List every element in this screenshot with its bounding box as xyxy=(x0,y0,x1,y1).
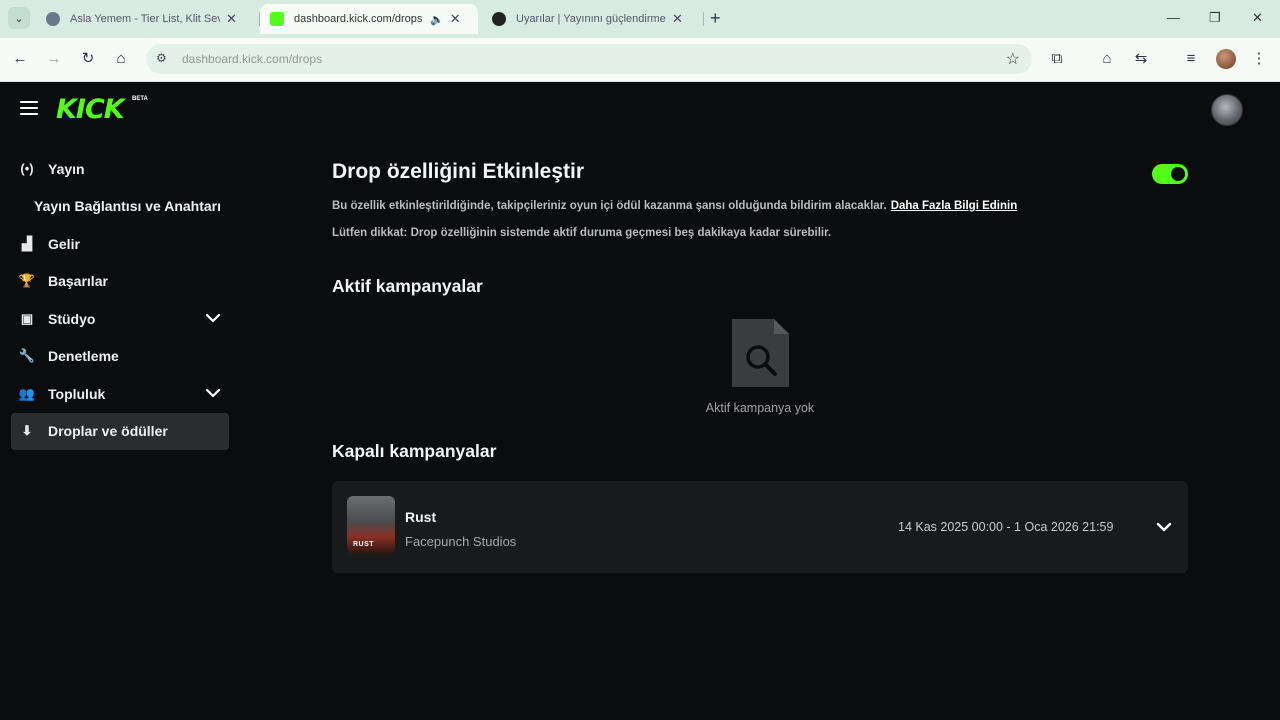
campaign-name: Rust xyxy=(405,509,437,525)
sidebar-item-label: Topluluk xyxy=(48,385,106,402)
new-tab-button[interactable]: + xyxy=(710,9,721,27)
sidebar-item-topluluk[interactable]: 👥 Topluluk xyxy=(0,375,240,413)
extensions-icon[interactable]: ⧉ xyxy=(1047,50,1067,68)
empty-search-document-icon xyxy=(732,319,789,387)
sidebar-item-basarilar[interactable]: 🏆 Başarılar xyxy=(0,263,240,301)
broadcast-icon: (•) xyxy=(20,161,34,177)
forward-icon[interactable]: → xyxy=(44,50,64,68)
closed-campaigns-heading: Kapalı kampanyalar xyxy=(332,441,497,461)
empty-state-text: Aktif kampanya yok xyxy=(705,401,815,415)
extension-lock-icon[interactable]: ⌂ xyxy=(1097,50,1117,68)
tab-search-button[interactable]: ⌄ xyxy=(8,7,30,29)
wrench-icon: 🔧 xyxy=(18,348,36,364)
drops-icon: ⬇ xyxy=(21,423,33,439)
chevron-down-icon[interactable] xyxy=(203,385,223,401)
sidebar-item-stream-key[interactable]: Yayın Bağlantısı ve Anahtarı xyxy=(0,188,240,226)
bookmark-star-icon[interactable]: ☆ xyxy=(1006,49,1020,69)
close-tab-icon[interactable]: ✕ xyxy=(226,11,237,27)
campaign-dates: 14 Kas 2025 00:00 - 1 Oca 2026 21:59 xyxy=(898,520,1114,534)
kick-logo[interactable]: KICK xyxy=(56,94,125,125)
sidebar-item-label: Denetleme xyxy=(48,348,119,365)
toggle-knob xyxy=(1171,167,1185,181)
user-avatar[interactable] xyxy=(1211,94,1243,126)
translate-icon[interactable]: ⇆ xyxy=(1131,50,1151,68)
site-settings-icon[interactable]: ⚙ xyxy=(156,51,167,65)
sidebar-item-label: Droplar ve ödüller xyxy=(48,423,168,440)
kick-favicon-icon xyxy=(270,12,284,26)
minimize-button[interactable]: — xyxy=(1167,10,1180,25)
trophy-icon: 🏆 xyxy=(18,273,36,289)
tab-title: Uyarılar | Yayınını güçlendirme... xyxy=(516,13,666,25)
app-header: KICK BETA xyxy=(0,82,1280,138)
drops-description: Bu özellik etkinleştirildiğinde, takipçi… xyxy=(332,200,1017,212)
speaker-icon[interactable]: 🔈 xyxy=(430,13,444,26)
revenue-chart-icon: ▟ xyxy=(22,235,32,251)
profile-avatar[interactable] xyxy=(1216,49,1236,69)
sidebar-item-yayin[interactable]: (•) Yayın xyxy=(0,150,240,188)
restore-button[interactable]: ❐ xyxy=(1209,10,1221,26)
browser-tab-bar: ⌄ Asla Yemem - Tier List, Klit Sev... ✕ … xyxy=(0,0,1280,38)
close-tab-icon[interactable]: ✕ xyxy=(672,11,683,27)
community-icon: 👥 xyxy=(18,385,36,401)
campaign-card[interactable]: RUST Rust Facepunch Studios 14 Kas 2025 … xyxy=(332,481,1188,573)
reload-icon[interactable]: ↻ xyxy=(78,50,98,68)
sidebar-item-label: Başarılar xyxy=(48,273,108,290)
expand-chevron-icon[interactable] xyxy=(1154,519,1174,535)
back-icon[interactable]: ← xyxy=(10,50,30,68)
sidebar-item-label: Stüdyo xyxy=(48,310,96,327)
active-campaigns-heading: Aktif kampanyalar xyxy=(332,276,483,296)
page-title: Drop özelliğini Etkinleştir xyxy=(332,160,585,183)
learn-more-link[interactable]: Daha Fazla Bilgi Edinin xyxy=(891,200,1018,212)
globe-icon xyxy=(46,12,60,26)
home-icon[interactable]: ⌂ xyxy=(111,50,131,68)
drops-enable-toggle[interactable] xyxy=(1152,164,1188,184)
close-window-button[interactable]: ✕ xyxy=(1252,10,1263,26)
sidebar-item-label: Yayın Bağlantısı ve Anahtarı xyxy=(34,198,221,215)
studio-icon: ▣ xyxy=(20,310,34,326)
campaign-thumbnail: RUST xyxy=(347,496,395,554)
sidebar-item-droplar[interactable]: ⬇ Droplar ve ödüller xyxy=(11,412,229,450)
sidebar: (•) Yayın Yayın Bağlantısı ve Anahtarı ▟… xyxy=(0,150,240,450)
hamburger-menu-icon[interactable] xyxy=(20,101,38,117)
browser-tab-2[interactable]: dashboard.kick.com/drops 🔈 ✕ xyxy=(260,4,478,34)
campaign-developer: Facepunch Studios xyxy=(405,534,517,549)
chevron-down-icon[interactable] xyxy=(203,310,223,326)
alerts-favicon-icon xyxy=(492,12,506,26)
beta-badge: BETA xyxy=(132,96,148,102)
close-tab-icon[interactable]: ✕ xyxy=(450,11,461,27)
address-bar[interactable]: ⚙ dashboard.kick.com/drops ☆ xyxy=(146,44,1032,74)
sidebar-item-label: Gelir xyxy=(48,235,80,252)
media-control-icon[interactable]: ≡ xyxy=(1181,50,1201,68)
tab-title: Asla Yemem - Tier List, Klit Sev... xyxy=(70,13,220,25)
sidebar-item-label: Yayın xyxy=(48,160,85,177)
browser-tab-1[interactable]: Asla Yemem - Tier List, Klit Sev... ✕ xyxy=(36,4,258,34)
sidebar-item-denetleme[interactable]: 🔧 Denetleme xyxy=(0,338,240,376)
menu-kebab-icon[interactable]: ⋮ xyxy=(1249,50,1269,68)
browser-tab-3[interactable]: Uyarılar | Yayınını güçlendirme... ✕ xyxy=(482,4,704,34)
sidebar-item-gelir[interactable]: ▟ Gelir xyxy=(0,225,240,263)
description-text: Bu özellik etkinleştirildiğinde, takipçi… xyxy=(332,200,887,212)
url-text: dashboard.kick.com/drops xyxy=(182,52,323,66)
browser-toolbar: ← → ↻ ⌂ ⚙ dashboard.kick.com/drops ☆ ⧉ ⌂… xyxy=(0,38,1280,82)
sidebar-item-studyo[interactable]: ▣ Stüdyo xyxy=(0,300,240,338)
drops-note: Lütfen dikkat: Drop özelliğinin sistemde… xyxy=(332,227,832,239)
tab-title: dashboard.kick.com/drops xyxy=(294,13,423,25)
thumbnail-label: RUST xyxy=(353,541,375,548)
